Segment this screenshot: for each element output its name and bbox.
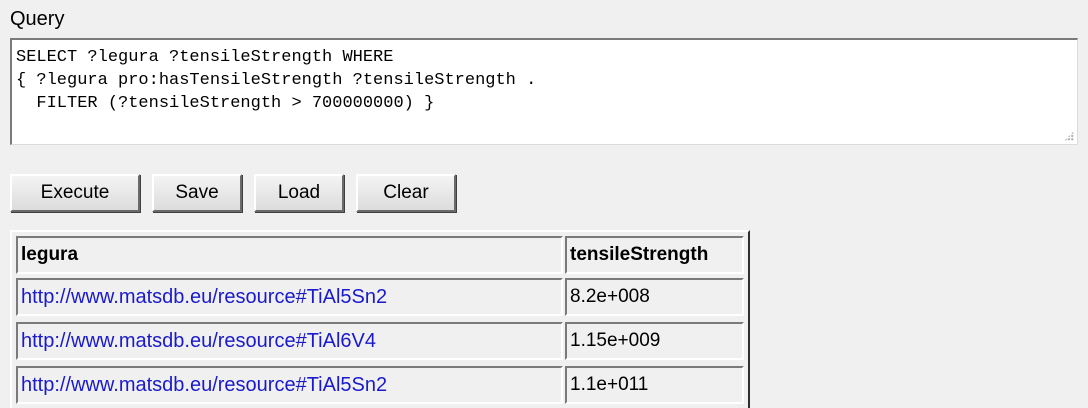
save-button[interactable]: Save — [152, 174, 242, 212]
table-cell-legura: http://www.matsdb.eu/resource#TiAl6V4 — [16, 322, 563, 360]
resource-link[interactable]: http://www.matsdb.eu/resource#TiAl5Sn2 — [21, 286, 387, 308]
results-table: legura tensileStrength http://www.matsdb… — [10, 230, 750, 408]
column-header-tensile-strength: tensileStrength — [565, 236, 744, 274]
table-cell-tensile-strength: 1.1e+011 — [565, 366, 744, 404]
table-cell-tensile-strength: 8.2e+008 — [565, 278, 744, 316]
execute-button[interactable]: Execute — [10, 174, 140, 212]
query-editor[interactable]: SELECT ?legura ?tensileStrength WHERE { … — [10, 38, 1078, 145]
clear-button[interactable]: Clear — [356, 174, 456, 212]
resource-link[interactable]: http://www.matsdb.eu/resource#TiAl6V4 — [21, 330, 376, 352]
column-header-legura: legura — [16, 236, 563, 274]
table-cell-legura: http://www.matsdb.eu/resource#TiAl5Sn2 — [16, 278, 563, 316]
query-label: Query — [10, 8, 65, 30]
table-cell-legura: http://www.matsdb.eu/resource#TiAl5Sn2 — [16, 366, 563, 404]
table-cell-tensile-strength: 1.15e+009 — [565, 322, 744, 360]
load-button[interactable]: Load — [254, 174, 344, 212]
resource-link[interactable]: http://www.matsdb.eu/resource#TiAl5Sn2 — [21, 374, 387, 396]
